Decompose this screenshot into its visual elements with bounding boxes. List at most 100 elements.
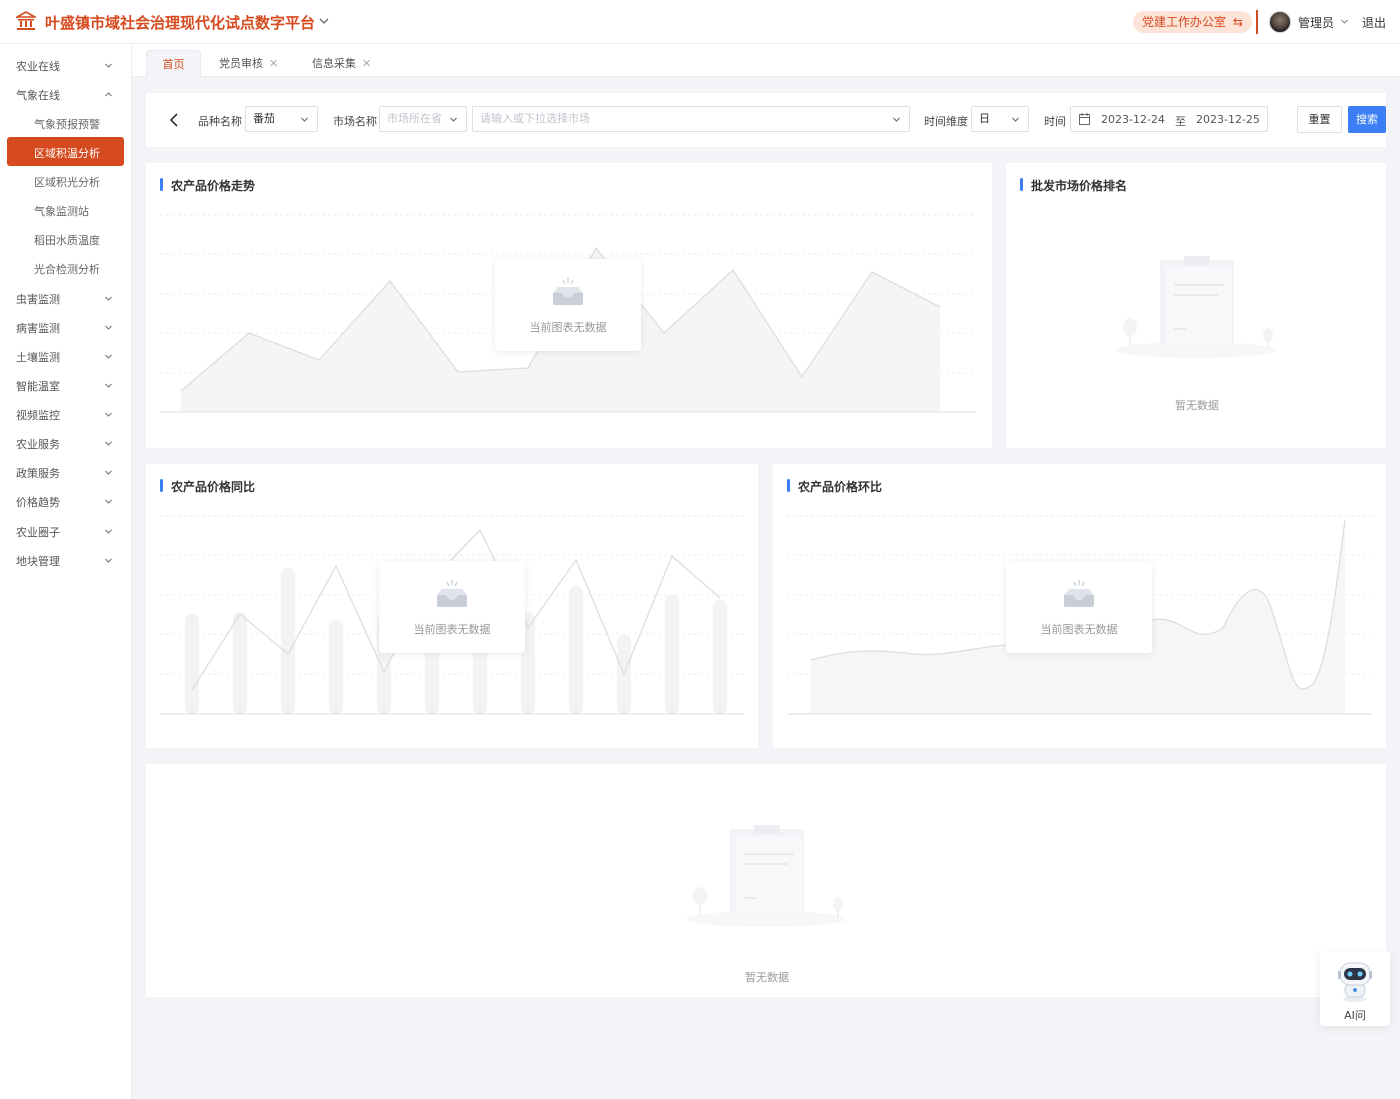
header-divider (1256, 10, 1258, 34)
sidebar-subitem-weather-station[interactable]: 气象监测站 (0, 195, 131, 224)
chevron-down-icon (1012, 117, 1019, 122)
no-data-text: 当前图表无数据 (413, 623, 491, 636)
sidebar-item-price-trend[interactable]: 价格趋势 (0, 486, 131, 515)
sidebar-item-label: 地块管理 (16, 555, 60, 568)
app-title: 叶盛镇市域社会治理现代化试点数字平台 (45, 14, 316, 32)
ai-label: AI问 (1344, 1009, 1366, 1022)
switch-icon: ⇆ (1232, 15, 1243, 29)
back-arrow-icon[interactable] (168, 112, 182, 128)
sidebar-item-label: 智能温室 (16, 380, 60, 393)
sidebar-item-agri-service[interactable]: 农业服务 (0, 428, 131, 457)
tab-label: 首页 (162, 58, 185, 71)
empty-box-icon (553, 278, 583, 305)
tab-label: 党员审核 (219, 57, 263, 70)
avatar[interactable] (1269, 11, 1291, 33)
date-range-picker[interactable]: 2023-12-24 至 2023-12-25 (1070, 106, 1268, 132)
chevron-down-icon (301, 117, 308, 122)
chevron-up-icon (105, 92, 112, 97)
dimension-label: 时间维度 (924, 115, 968, 128)
no-data-panel: 当前图表无数据 (1006, 561, 1152, 653)
party-office-label: 党建工作办公室 (1142, 15, 1227, 29)
sidebar-subitem-weather-forecast[interactable]: 气象预报预警 (0, 108, 131, 137)
chevron-down-icon (450, 117, 457, 122)
calendar-icon (1079, 113, 1090, 125)
chevron-down-icon[interactable] (1340, 17, 1349, 26)
admin-name[interactable]: 管理员 (1298, 14, 1334, 31)
chevron-down-icon (105, 499, 112, 504)
variety-label: 品种名称 (198, 115, 242, 128)
variety-value: 番茄 (253, 112, 275, 125)
sidebar-subitem-accumulated-light[interactable]: 区域积光分析 (0, 166, 131, 195)
party-office-button[interactable]: 党建工作办公室 ⇆ (1133, 11, 1252, 33)
sidebar-item-video-monitoring[interactable]: 视频监控 (0, 399, 131, 428)
chevron-down-icon[interactable] (318, 15, 330, 27)
sidebar-item-smart-greenhouse[interactable]: 智能温室 (0, 370, 131, 399)
government-building-icon (16, 11, 36, 30)
market-select[interactable]: 请输入或下拉选择市场 (472, 106, 910, 132)
chevron-down-icon (105, 441, 112, 446)
close-icon[interactable]: ✕ (362, 50, 371, 78)
robot-icon (1338, 962, 1372, 1002)
price-trend-card: 农产品价格走势 当前图表无数据 (146, 163, 992, 448)
reset-button[interactable]: 重置 (1297, 106, 1342, 133)
search-button[interactable]: 搜索 (1348, 106, 1386, 133)
tab-bar: 首页 党员审核 ✕ 信息采集 ✕ (132, 44, 1400, 78)
dimension-select[interactable]: 日 (971, 106, 1029, 132)
sidebar-item-policy-service[interactable]: 政策服务 (0, 457, 131, 486)
sidebar-subitem-label: 气象预报预警 (34, 118, 100, 131)
no-data-panel: 当前图表无数据 (495, 259, 641, 351)
time-label: 时间 (1044, 115, 1066, 128)
chevron-down-icon (105, 558, 112, 563)
sidebar-subitem-label: 气象监测站 (34, 205, 89, 218)
tab-label: 信息采集 (312, 57, 356, 70)
logout-link[interactable]: 退出 (1362, 14, 1386, 31)
date-start: 2023-12-24 (1101, 113, 1165, 126)
sidebar-item-label: 农业服务 (16, 438, 60, 451)
top-header: 叶盛镇市域社会治理现代化试点数字平台 党建工作办公室 ⇆ 管理员 退出 (0, 0, 1400, 44)
sidebar-item-agriculture-online[interactable]: 农业在线 (0, 50, 131, 79)
market-rank-card: 批发市场价格排名 暂无数据 (1006, 163, 1386, 448)
chevron-down-icon (105, 383, 112, 388)
yoy-card: 农产品价格同比 当前图表无数据 (146, 464, 758, 748)
ai-assistant-button[interactable]: AI问 (1320, 951, 1390, 1026)
sidebar-subitem-accumulated-temperature[interactable]: 区域积温分析 (7, 137, 124, 166)
sidebar-item-weather-online[interactable]: 气象在线 (0, 79, 131, 108)
sidebar-subitem-label: 区域积温分析 (34, 147, 100, 160)
tab-member-review[interactable]: 党员审核 ✕ (219, 50, 278, 78)
empty-text: 暂无数据 (1175, 399, 1219, 412)
chevron-down-icon (105, 354, 112, 359)
close-icon[interactable]: ✕ (269, 50, 278, 78)
empty-box-icon (437, 580, 467, 607)
sidebar-item-label: 视频监控 (16, 409, 60, 422)
no-data-panel: 当前图表无数据 (379, 561, 525, 653)
chevron-down-icon (105, 325, 112, 330)
sidebar: 农业在线 气象在线 气象预报预警 区域积温分析 区域积光分析 气象监测站 稻田水… (0, 44, 132, 1099)
sidebar-item-label: 土壤监测 (16, 351, 60, 364)
sidebar-item-soil-monitoring[interactable]: 土壤监测 (0, 341, 131, 370)
sidebar-item-label: 价格趋势 (16, 496, 60, 509)
mom-card: 农产品价格环比 当前图表无数据 (773, 464, 1386, 748)
tab-info-collection[interactable]: 信息采集 ✕ (312, 50, 371, 78)
sidebar-item-label: 农业在线 (16, 60, 60, 73)
sidebar-item-plot-management[interactable]: 地块管理 (0, 545, 131, 574)
sidebar-subitem-paddy-water-temp[interactable]: 稻田水质温度 (0, 224, 131, 253)
sidebar-subitem-label: 光合检测分析 (34, 263, 100, 276)
tab-home[interactable]: 首页 (146, 50, 201, 78)
sidebar-item-label: 气象在线 (16, 89, 60, 102)
variety-select[interactable]: 番茄 (245, 106, 318, 132)
empty-text: 暂无数据 (745, 971, 789, 984)
sidebar-item-pest-monitoring[interactable]: 虫害监测 (0, 283, 131, 312)
chevron-down-icon (105, 296, 112, 301)
no-data-text: 当前图表无数据 (1040, 623, 1118, 636)
empty-box-icon (1064, 580, 1094, 607)
filter-bar: 品种名称 番茄 市场名称 市场所在省 请输入或下拉选择市场 时间维度 日 时间 … (146, 93, 1386, 147)
province-select[interactable]: 市场所在省 (379, 106, 467, 132)
chevron-down-icon (105, 529, 112, 534)
sidebar-subitem-photosynthesis[interactable]: 光合检测分析 (0, 253, 131, 282)
sidebar-item-label: 政策服务 (16, 467, 60, 480)
bottom-card: 暂无数据 (146, 764, 1386, 997)
sidebar-item-disease-monitoring[interactable]: 病害监测 (0, 312, 131, 341)
chevron-down-icon (105, 470, 112, 475)
empty-clipboard-illustration (686, 825, 846, 927)
sidebar-item-agri-circle[interactable]: 农业圈子 (0, 516, 131, 545)
